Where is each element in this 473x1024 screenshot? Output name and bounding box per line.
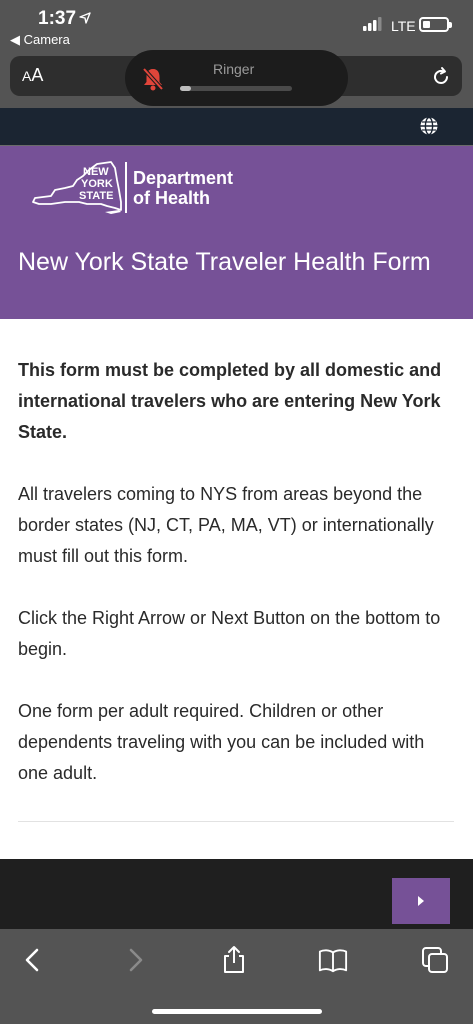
status-bar: 1:37 ◀ Camera LTE AA Ringer: [0, 0, 473, 108]
bell-slash-icon: [142, 67, 164, 91]
intro-paragraph-begin: Click the Right Arrow or Next Button on …: [18, 608, 441, 659]
intro-paragraph-adults: One form per adult required. Children or…: [18, 701, 425, 783]
globe-icon[interactable]: [419, 116, 439, 136]
battery-icon: [419, 17, 452, 32]
intro-notice: This form must be completed by all domes…: [18, 360, 442, 442]
chevron-left-icon[interactable]: [18, 945, 48, 975]
chevron-right-icon[interactable]: [120, 945, 150, 975]
page-title: New York State Traveler Health Form: [18, 248, 431, 276]
network-label: LTE: [391, 18, 416, 34]
intro-paragraph-travelers: All travelers coming to NYS from areas b…: [18, 484, 434, 566]
book-icon[interactable]: [318, 945, 348, 975]
next-button[interactable]: [392, 878, 450, 924]
form-footer: [0, 859, 473, 929]
ringer-volume-fill: [180, 86, 192, 91]
form-intro: This form must be completed by all domes…: [18, 355, 458, 820]
ringer-volume-bar: [180, 86, 292, 91]
site-header: [0, 108, 473, 146]
divider: [18, 821, 454, 822]
play-right-icon: [418, 896, 424, 906]
text-size-button[interactable]: AA: [22, 65, 43, 86]
logo-text-york: YORK: [81, 178, 113, 190]
clock: 1:37: [38, 8, 77, 29]
screen: 1:37 ◀ Camera LTE AA Ringer NEW YORK STA…: [0, 0, 473, 1024]
reload-icon[interactable]: [430, 66, 452, 88]
back-to-app-link[interactable]: ◀ Camera: [10, 32, 70, 48]
signal-icon: [363, 17, 382, 31]
share-icon[interactable]: [219, 945, 249, 975]
browser-toolbar: [0, 929, 473, 1024]
back-triangle-icon: ◀: [10, 32, 20, 47]
home-indicator[interactable]: [152, 1009, 322, 1014]
logo-text-new: NEW: [83, 166, 109, 178]
back-app-label: Camera: [23, 32, 70, 47]
hero-banner: NEW YORK STATE Department of Health New …: [0, 146, 473, 319]
location-arrow-icon: [79, 12, 91, 24]
nys-doh-logo: NEW YORK STATE: [31, 160, 123, 221]
ringer-hud: Ringer: [125, 50, 348, 106]
logo-text-state: STATE: [79, 190, 113, 202]
battery-fill: [423, 21, 430, 28]
new-york-state-outline-icon: NEW YORK STATE: [32, 161, 122, 214]
logo-divider: [125, 162, 127, 213]
ringer-label: Ringer: [213, 61, 255, 77]
tabs-icon[interactable]: [420, 945, 450, 975]
department-name: Department of Health: [133, 168, 234, 208]
